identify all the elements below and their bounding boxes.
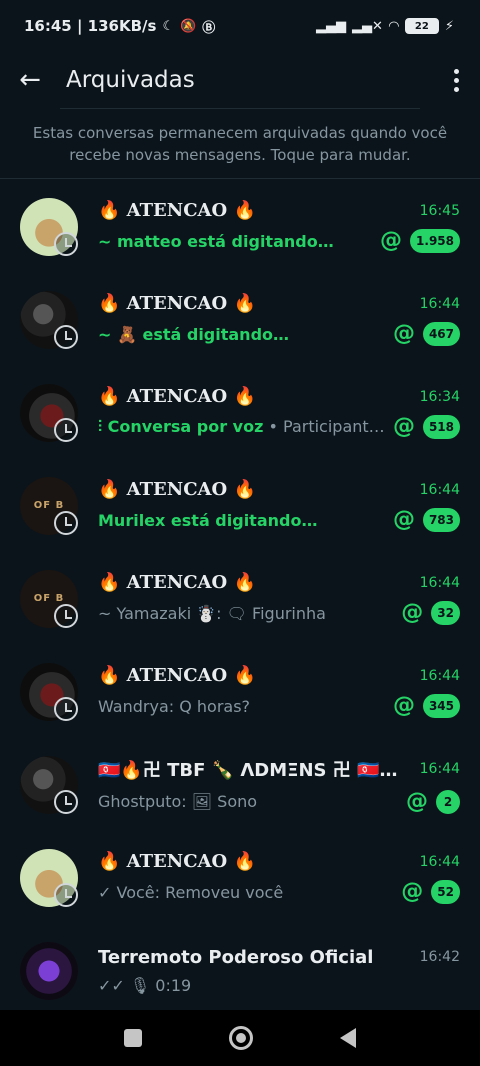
recents-button[interactable] (123, 1029, 142, 1047)
chat-row[interactable]: 🇰🇵🔥卍 TBF 🍾 ΛDMΞNS 卍 🇰🇵… 16:44 Ghostputo:… (0, 738, 480, 831)
charging-icon: ⚡ (444, 18, 454, 34)
unread-count: 467 (422, 322, 460, 346)
chat-time: 16:42 (419, 949, 460, 965)
signal-icon: ▂▄▆ (315, 18, 346, 34)
unread-count: 345 (422, 694, 460, 718)
back-triangle-button[interactable] (340, 1028, 357, 1048)
chat-row[interactable]: 🔥 ATENCAO 🔥 16:44 Wandrya: Q horas? @ 34… (0, 645, 480, 738)
chat-preview: ✓✓ 🎙 0:19 (98, 975, 192, 995)
chat-preview: ~ 🧸 está digitando… (98, 324, 290, 344)
avatar[interactable] (20, 290, 78, 349)
avatar[interactable] (20, 755, 78, 814)
chat-row[interactable]: Terremoto Poderoso Oficial 16:42 ✓✓ 🎙 0:… (0, 924, 480, 1017)
status-ring-icon (54, 231, 78, 256)
mention-icon: @ (392, 507, 415, 532)
battery-level: 22 (414, 20, 429, 32)
avatar-image (20, 941, 78, 1000)
chat-list: 🔥 ATENCAO 🔥 16:45 ~ matteo está digitand… (0, 180, 480, 1017)
chat-time: 16:44 (419, 574, 460, 591)
chat-time: 16:34 (419, 388, 460, 405)
mute-bell-icon: 🔕 (180, 18, 197, 34)
home-button[interactable] (228, 1026, 253, 1050)
back-arrow-icon[interactable]: ← (16, 65, 44, 95)
chat-name: Terremoto Poderoso Oficial (98, 946, 374, 968)
unread-count: 783 (422, 508, 460, 532)
chat-preview: Wandrya: Q horas? (98, 696, 251, 716)
unread-count: 32 (431, 601, 460, 625)
mention-icon: @ (401, 600, 424, 625)
info-divider (0, 178, 480, 179)
page-title: Arquivadas (66, 67, 195, 93)
voice-wave-icon: ⫶ (98, 417, 108, 436)
chat-name: 🔥 ATENCAO 🔥 (98, 851, 256, 872)
chat-row[interactable]: 🔥 ATENCAO 🔥 16:44 ✓ Você: Removeu você @… (0, 831, 480, 924)
unread-count: 518 (422, 415, 460, 439)
chat-time: 16:44 (419, 481, 460, 498)
chat-time: 16:44 (419, 295, 460, 312)
chat-preview: ~ Yamazaki ☃️: 🗨 Figurinha (98, 603, 326, 623)
unread-count: 52 (431, 880, 460, 904)
status-bar: 16:45 | 136KB/s ☾ 🔕 Ⓑ ▂▄▆ ▂▄✕ ◠ 22 ⚡ (0, 0, 480, 52)
system-nav-bar (0, 1010, 480, 1066)
chat-preview: Ghostputo: 🖼 Sono (98, 792, 258, 811)
mention-icon: @ (392, 414, 415, 439)
chat-row[interactable]: 🔥 ATENCAO 🔥 16:44 ~ 🧸 está digitando… @ … (0, 273, 480, 366)
header-divider (60, 108, 420, 109)
participants-text: • Participant… (263, 417, 385, 436)
avatar[interactable] (20, 848, 78, 907)
more-options-icon[interactable] (444, 66, 468, 94)
chat-name: 🔥 ATENCAO 🔥 (98, 386, 256, 407)
avatar[interactable] (20, 383, 78, 442)
status-ring-icon (54, 882, 78, 907)
wifi-icon: ◠ (388, 18, 399, 34)
chat-time: 16:44 (419, 760, 460, 777)
mention-icon: @ (392, 693, 415, 718)
chat-preview: Murilex está digitando… (98, 510, 318, 530)
mention-icon: @ (401, 879, 424, 904)
avatar[interactable] (20, 197, 78, 256)
archived-info-text[interactable]: Estas conversas permanecem arquivadas qu… (0, 122, 480, 166)
moon-icon: ☾ (162, 18, 175, 34)
chat-preview: ~ matteo está digitando… (98, 231, 334, 251)
mention-icon: @ (392, 321, 415, 346)
chat-time: 16:44 (419, 853, 460, 870)
status-ring-icon (54, 510, 78, 535)
status-ring-icon (54, 417, 78, 442)
avatar[interactable] (20, 941, 78, 1000)
battery-icon: 22 (404, 18, 439, 34)
status-ring-icon (54, 603, 78, 628)
mention-icon: @ (406, 788, 428, 814)
chat-name: 🔥 ATENCAO 🔥 (98, 665, 256, 686)
status-ring-icon (54, 696, 78, 721)
unread-count: 2 (436, 789, 460, 814)
chat-preview: ⫶ Conversa por voz • Participant… (98, 417, 385, 437)
chat-preview: ✓ Você: Removeu você (98, 882, 284, 902)
signal-x-icon: ▂▄✕ (351, 18, 383, 34)
mention-icon: @ (380, 228, 403, 253)
avatar[interactable]: OF B (20, 476, 78, 535)
avatar[interactable] (20, 662, 78, 721)
chat-time: 16:45 (419, 202, 460, 219)
chat-name: 🇰🇵🔥卍 TBF 🍾 ΛDMΞNS 卍 🇰🇵… (98, 759, 398, 781)
chat-name: 🔥 ATENCAO 🔥 (98, 479, 256, 500)
chat-time: 16:44 (419, 667, 460, 684)
chat-row[interactable]: 🔥 ATENCAO 🔥 16:45 ~ matteo está digitand… (0, 180, 480, 273)
b-badge-icon: Ⓑ (202, 20, 216, 36)
avatar[interactable]: OF B (20, 569, 78, 628)
app-bar: ← Arquivadas (0, 52, 480, 108)
chat-row[interactable]: OF B 🔥 ATENCAO 🔥 16:44 Murilex está digi… (0, 459, 480, 552)
status-ring-icon (54, 789, 78, 814)
status-time: 16:45 | 136KB/s (24, 17, 157, 35)
chat-row[interactable]: OF B 🔥 ATENCAO 🔥 16:44 ~ Yamazaki ☃️: 🗨 … (0, 552, 480, 645)
unread-count: 1.958 (410, 229, 460, 253)
status-ring-icon (54, 324, 78, 349)
chat-name: 🔥 ATENCAO 🔥 (98, 200, 256, 221)
chat-row[interactable]: 🔥 ATENCAO 🔥 16:34 ⫶ Conversa por voz • P… (0, 366, 480, 459)
chat-name: 🔥 ATENCAO 🔥 (98, 293, 256, 314)
voice-chat-label: Conversa por voz (107, 417, 264, 436)
chat-name: 🔥 ATENCAO 🔥 (98, 572, 256, 593)
